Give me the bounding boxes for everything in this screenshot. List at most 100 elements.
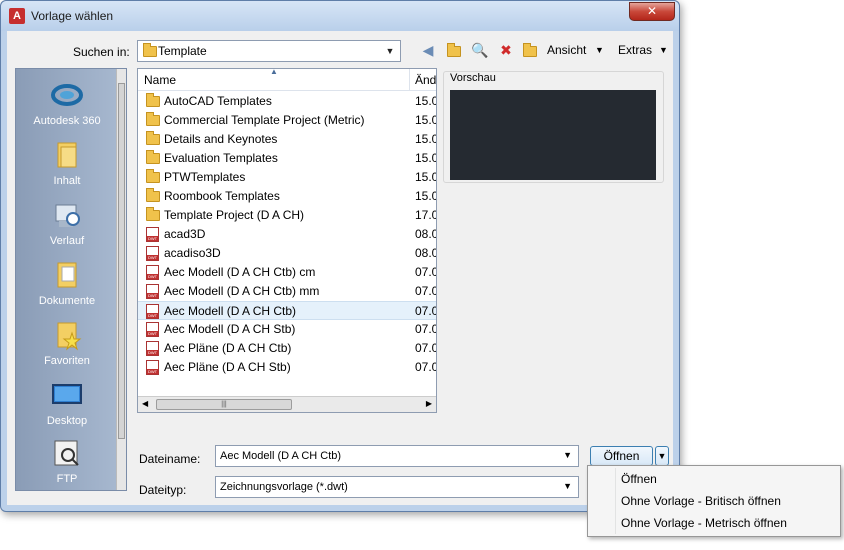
scroll-left-icon[interactable]: ◀ [142,399,148,408]
dwt-file-icon [146,341,159,356]
list-item[interactable]: Aec Modell (D A CH Ctb) mm 07.0 [138,282,436,301]
delete-icon[interactable]: ✖ [497,41,515,59]
folder-icon [146,169,160,183]
ftp-icon [54,440,79,466]
horizontal-scrollbar[interactable]: ◀ ||| ▶ [138,396,436,412]
scroll-right-icon[interactable]: ▶ [426,399,432,408]
dialog-body: Suchen in: Template ▼ ◀ 🔍 ✖ Ansicht ▼ Ex… [7,31,673,505]
back-arrow-icon[interactable]: ◀ [419,41,437,59]
dwt-file-icon [146,284,159,299]
place-dokumente[interactable]: Dokumente [16,259,118,307]
folder-icon [146,112,160,126]
list-header: ▲ Name Änd [138,69,436,91]
file-date: 07.0 [415,322,437,336]
list-item[interactable]: Roombook Templates 15.0 [138,187,436,206]
view-dropdown-icon[interactable]: ▼ [595,45,604,55]
list-item[interactable]: Aec Pläne (D A CH Stb) 07.0 [138,358,436,377]
file-name: Evaluation Templates [164,151,278,165]
place-autodesk-360[interactable]: Autodesk 360 [16,79,118,127]
place-label: Favoriten [44,355,90,367]
view-menu[interactable]: Ansicht [547,43,586,57]
list-item[interactable]: Aec Modell (D A CH Ctb) 07.0 [138,301,436,320]
file-date: 08.0 [415,227,437,241]
menu-gutter [615,468,616,534]
filename-input[interactable]: Aec Modell (D A CH Ctb) ▼ [215,445,579,467]
file-name: PTWTemplates [164,170,246,184]
place-inhalt[interactable]: Inhalt [16,139,118,187]
column-name-header[interactable]: Name [144,73,176,87]
filetype-value: Zeichnungsvorlage (*.dwt) [220,481,348,493]
lookin-label: Suchen in: [73,45,130,59]
places-bar: Autodesk 360 Inhalt Verlauf Dokumente Fa… [15,68,127,491]
file-name: Roombook Templates [164,189,280,203]
list-item[interactable]: Template Project (D A CH) 17.0 [138,206,436,225]
dwt-file-icon [146,265,159,280]
file-date: 15.0 [415,132,437,146]
list-item[interactable]: Aec Modell (D A CH Ctb) cm 07.0 [138,263,436,282]
history-icon [55,204,80,227]
file-name: Aec Modell (D A CH Stb) [164,322,296,336]
file-date: 17.0 [415,208,437,222]
menu-item-open[interactable]: Öffnen [621,472,657,486]
chevron-down-icon[interactable]: ▼ [563,481,572,491]
folder-icon [146,188,160,202]
file-date: 07.0 [415,265,437,279]
new-folder-icon[interactable] [521,41,539,59]
close-button[interactable]: ✕ [629,2,675,21]
place-favoriten[interactable]: Favoriten [16,319,118,367]
scrollbar-thumb[interactable]: ||| [156,399,292,410]
sort-ascending-icon: ▲ [270,68,278,76]
open-options-menu: Öffnen Ohne Vorlage - Britisch öffnen Oh… [587,465,841,537]
dwt-file-icon [146,304,159,319]
filename-value: Aec Modell (D A CH Ctb) [220,450,342,462]
list-item[interactable]: Aec Pläne (D A CH Ctb) 07.0 [138,339,436,358]
file-name: Aec Modell (D A CH Ctb) cm [164,265,316,279]
list-item[interactable]: PTWTemplates 15.0 [138,168,436,187]
file-date: 15.0 [415,151,437,165]
menu-item-open-imperial[interactable]: Ohne Vorlage - Britisch öffnen [621,494,781,508]
lookin-value: Template [158,44,207,58]
file-name: Aec Pläne (D A CH Stb) [164,360,291,374]
search-web-icon[interactable]: 🔍 [471,41,489,59]
file-date: 15.0 [415,113,437,127]
list-item[interactable]: acadiso3D 08.0 [138,244,436,263]
place-ftp[interactable]: FTP [16,437,118,485]
preview-image [450,90,656,180]
place-label: Inhalt [53,175,81,187]
scrollbar-thumb[interactable] [118,83,125,439]
lookin-select[interactable]: Template ▼ [137,40,401,62]
filetype-select[interactable]: Zeichnungsvorlage (*.dwt) ▼ [215,476,579,498]
autocad-app-icon: A [9,8,25,24]
file-date: 15.0 [415,94,437,108]
menu-item-open-metric[interactable]: Ohne Vorlage - Metrisch öffnen [621,516,787,530]
list-item[interactable]: Details and Keynotes 15.0 [138,130,436,149]
place-label: Dokumente [38,295,96,307]
list-item[interactable]: Aec Modell (D A CH Stb) 07.0 [138,320,436,339]
column-separator[interactable] [409,69,410,91]
desktop-icon [52,384,82,404]
place-label: Verlauf [49,235,85,247]
file-rows: AutoCAD Templates 15.0 Commercial Template… [138,92,436,377]
folder-icon [146,93,160,107]
places-scrollbar[interactable] [116,69,126,490]
list-item[interactable]: AutoCAD Templates 15.0 [138,92,436,111]
file-date: 08.0 [415,246,437,260]
list-item[interactable]: acad3D 08.0 [138,225,436,244]
place-verlauf[interactable]: Verlauf [16,199,118,247]
chevron-down-icon[interactable]: ▼ [563,450,572,460]
up-folder-icon[interactable] [445,41,463,59]
tools-menu[interactable]: Extras [618,43,652,57]
place-label: Autodesk 360 [33,115,101,127]
open-button[interactable]: Öffnen [590,446,653,466]
title-bar[interactable]: A Vorlage wählen ✕ [1,1,679,31]
dwt-file-icon [146,227,159,242]
open-dropdown-button[interactable]: ▼ [655,446,669,466]
autodesk-360-icon [51,84,83,106]
list-item[interactable]: Evaluation Templates 15.0 [138,149,436,168]
file-list: ▲ Name Änd AutoCAD Templates 15.0 Commerci… [137,68,437,413]
tools-dropdown-icon[interactable]: ▼ [659,45,668,55]
column-date-header[interactable]: Änd [415,73,436,87]
list-item[interactable]: Commercial Template Project (Metric) 15.0 [138,111,436,130]
file-name: acadiso3D [164,246,221,260]
place-desktop[interactable]: Desktop [16,379,118,427]
